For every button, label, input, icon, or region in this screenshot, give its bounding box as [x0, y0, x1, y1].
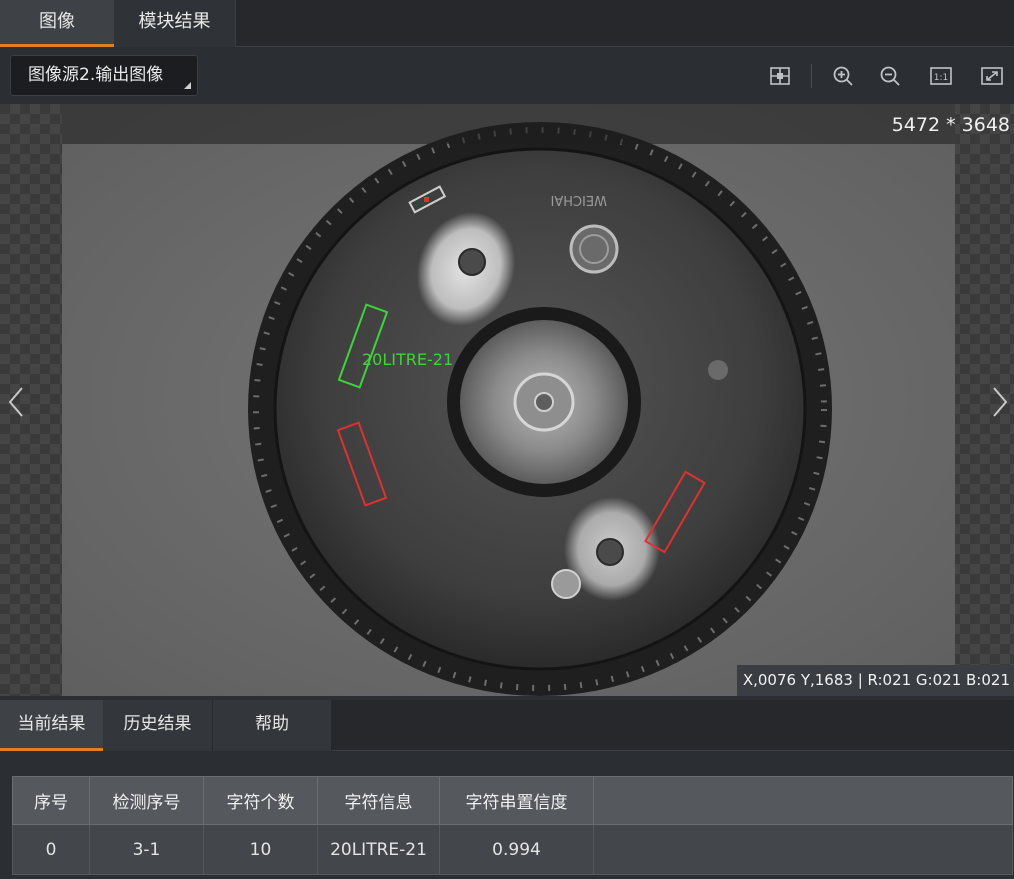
svg-text:WEICHAI: WEICHAI	[551, 192, 607, 207]
column-header[interactable]: 字符信息	[317, 776, 440, 825]
result-tab-bar: 当前结果 历史结果 帮助	[0, 700, 1014, 751]
top-tab-bar: 图像 模块结果	[0, 0, 1014, 47]
tab-image[interactable]: 图像	[0, 0, 114, 47]
image-source-select[interactable]: 图像源2.输出图像	[10, 55, 198, 96]
image-resolution: 5472 * 3648	[891, 114, 1010, 136]
table-cell: 10	[203, 824, 318, 875]
dropdown-corner-icon	[184, 82, 191, 89]
results-table: 序号 检测序号 字符个数 字符信息 字符串置信度 0 3-1 10 20LITR…	[12, 776, 1013, 875]
zoom-out-icon[interactable]	[878, 64, 902, 88]
results-panel: 当前结果 历史结果 帮助 序号 检测序号 字符个数 字符信息 字符串置信度 0 …	[0, 696, 1014, 879]
tab-help[interactable]: 帮助	[213, 700, 332, 751]
fullscreen-icon[interactable]	[980, 64, 1004, 88]
tab-history-results[interactable]: 历史结果	[103, 700, 213, 751]
actual-size-icon[interactable]: 1:1	[929, 64, 953, 88]
toolbar-divider	[811, 64, 812, 88]
table-cell: 3-1	[89, 824, 204, 875]
table-cell-filler	[593, 824, 1013, 875]
fit-grid-icon[interactable]	[768, 64, 792, 88]
column-header[interactable]: 字符串置信度	[439, 776, 594, 825]
table-cell: 20LITRE-21	[317, 824, 440, 875]
prev-image-arrow-icon[interactable]	[6, 384, 26, 420]
next-image-arrow-icon[interactable]	[990, 384, 1010, 420]
zoom-in-icon[interactable]	[831, 64, 855, 88]
image-viewer[interactable]: WEICHAI 20LITRE-21 5472 * 3648 X,0076 Y,…	[0, 104, 1014, 696]
column-header-filler	[593, 776, 1013, 825]
column-header[interactable]: 序号	[12, 776, 90, 825]
table-row[interactable]: 0 3-1 10 20LITRE-21 0.994	[12, 824, 1013, 875]
ocr-result-label: 20LITRE-21	[362, 350, 453, 369]
table-cell: 0.994	[439, 824, 594, 875]
tab-module-results[interactable]: 模块结果	[114, 0, 236, 47]
image-toolbar: 图像源2.输出图像 1:1	[0, 47, 1014, 104]
column-header[interactable]: 字符个数	[203, 776, 318, 825]
column-header[interactable]: 检测序号	[89, 776, 204, 825]
image-source-label: 图像源2.输出图像	[28, 65, 164, 85]
inspection-image: WEICHAI 20LITRE-21	[62, 104, 955, 696]
image-header-band	[62, 104, 955, 144]
svg-text:1:1: 1:1	[934, 73, 948, 83]
table-header-row: 序号 检测序号 字符个数 字符信息 字符串置信度	[12, 776, 1013, 825]
pixel-info-readout: X,0076 Y,1683 | R:021 G:021 B:021	[736, 665, 1014, 696]
table-cell: 0	[12, 824, 90, 875]
tab-current-results[interactable]: 当前结果	[0, 700, 103, 751]
